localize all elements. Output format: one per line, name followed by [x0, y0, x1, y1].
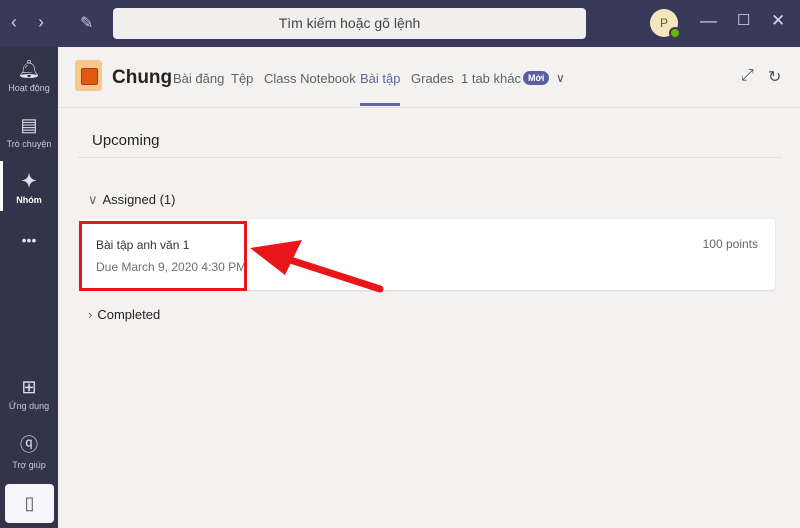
- search-input[interactable]: Tìm kiếm hoặc gõ lệnh: [113, 8, 586, 39]
- bell-icon: 🔔︎: [17, 59, 41, 79]
- sidebar-item-label: Trợ giúp: [12, 460, 46, 470]
- assignment-card[interactable]: Bài tập anh văn 1 Due March 9, 2020 4:30…: [79, 219, 775, 290]
- tab-posts[interactable]: Bài đăng: [173, 71, 224, 86]
- more-icon: •••: [21, 232, 37, 248]
- forward-icon[interactable]: ›: [38, 12, 44, 33]
- chevron-down-icon[interactable]: ∨: [556, 71, 565, 85]
- app-bar: 🔔︎ Hoạt động ▤ Trò chuyện ✦ Nhóm ••• ⊞ Ứng d…: [0, 47, 58, 528]
- apps-icon: ⊞: [21, 377, 37, 397]
- assigned-toggle[interactable]: ∨ Assigned (1): [88, 192, 176, 208]
- sidebar-item-label: Nhóm: [16, 195, 42, 205]
- channel-header: Chung Bài đăng Tệp Class Notebook Bài tậ…: [58, 47, 800, 108]
- close-icon[interactable]: ✕: [771, 11, 785, 31]
- maximize-icon[interactable]: ☐: [737, 11, 750, 29]
- back-icon[interactable]: ‹: [11, 12, 17, 33]
- phone-icon: ▯: [24, 493, 35, 513]
- tab-class-notebook[interactable]: Class Notebook: [264, 71, 356, 86]
- sidebar-item-teams[interactable]: ✦ Nhóm: [0, 161, 58, 211]
- team-logo: [75, 60, 102, 91]
- tab-grades[interactable]: Grades: [411, 71, 454, 86]
- chevron-right-icon: ›: [88, 307, 93, 322]
- sidebar-item-help[interactable]: ⓠ︎ Trợ giúp: [0, 431, 58, 470]
- sidebar-item-label: Hoạt động: [8, 83, 50, 93]
- help-icon: ⓠ︎: [20, 435, 38, 455]
- assignment-points: 100 points: [702, 237, 758, 251]
- divider: [78, 157, 782, 158]
- sidebar-item-activity[interactable]: 🔔︎ Hoạt động: [0, 59, 58, 93]
- tab-files[interactable]: Tệp: [231, 71, 253, 86]
- completed-label: Completed: [97, 307, 161, 322]
- sidebar-item-apps[interactable]: ⊞ Ứng dụng: [0, 377, 58, 411]
- section-heading: Upcoming: [92, 132, 160, 149]
- avatar-initial: P: [659, 16, 668, 30]
- sidebar-item-chat[interactable]: ▤ Trò chuyện: [0, 115, 58, 149]
- sidebar-item-label: Trò chuyện: [6, 139, 52, 149]
- tab-more[interactable]: 1 tab khác: [461, 71, 521, 86]
- tab-assignments[interactable]: Bài tập: [360, 71, 401, 106]
- assigned-label: Assigned (1): [102, 192, 176, 207]
- chevron-down-icon: ∨: [88, 192, 98, 207]
- assignment-title: Bài tập anh văn 1: [96, 238, 190, 252]
- new-badge: Mới: [523, 71, 550, 85]
- completed-toggle[interactable]: › Completed: [88, 307, 160, 322]
- avatar[interactable]: P: [650, 9, 681, 39]
- presence-available-icon: [669, 27, 681, 39]
- expand-icon[interactable]: ⤢: [741, 67, 754, 85]
- compose-icon[interactable]: ✎: [80, 13, 93, 33]
- more-apps-button[interactable]: •••: [0, 232, 58, 248]
- refresh-icon[interactable]: ↻: [768, 67, 781, 87]
- sidebar-item-label: Ứng dụng: [8, 401, 50, 411]
- channel-name: Chung: [112, 67, 173, 88]
- assignment-due: Due March 9, 2020 4:30 PM: [96, 260, 247, 274]
- mobile-app-button[interactable]: ▯: [5, 484, 54, 523]
- minimize-icon[interactable]: —: [700, 11, 717, 31]
- title-bar: ‹ › ✎ Tìm kiếm hoặc gõ lệnh P — ☐ ✕: [0, 0, 800, 47]
- chat-icon: ▤: [20, 115, 38, 135]
- teams-icon: ✦: [21, 171, 37, 191]
